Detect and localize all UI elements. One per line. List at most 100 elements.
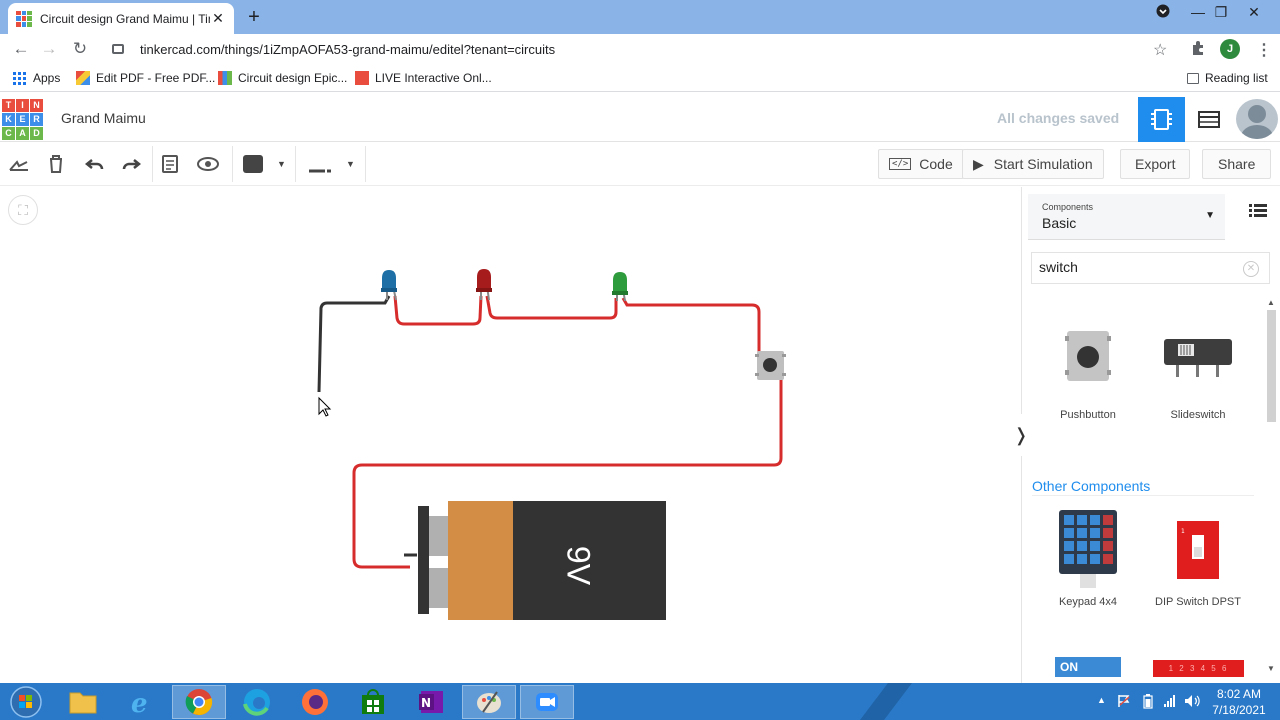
back-button[interactable]: ← [10, 39, 32, 59]
redo-icon[interactable] [119, 152, 143, 176]
url-text: tinkercad.com/things/1iZmpAOFA53-grand-m… [140, 41, 556, 57]
taskbar-chrome[interactable] [172, 685, 226, 719]
system-clock[interactable]: 8:02 AM 7/18/2021 [1206, 686, 1272, 718]
bookmark-circuit-design[interactable]: Circuit design Epic... [218, 71, 347, 85]
tinkercad-logo[interactable]: T I N K E R C A D [2, 99, 43, 140]
bookmark-label: Edit PDF - Free PDF... [96, 71, 216, 85]
taskbar-internet-explorer[interactable]: e [114, 685, 168, 719]
wire-style-icon[interactable] [309, 161, 333, 179]
reading-list-button[interactable]: Reading list [1187, 71, 1268, 85]
start-simulation-button[interactable]: ▶ Start Simulation [962, 149, 1104, 179]
close-window-button[interactable]: ✕ [1240, 4, 1268, 21]
pushbutton-component [755, 351, 786, 380]
paint-palette-icon [477, 691, 501, 713]
rotate-icon[interactable] [7, 152, 31, 176]
led-green [612, 272, 628, 302]
project-title[interactable]: Grand Maimu [61, 110, 146, 126]
browser-menu-icon[interactable]: ⋮ [1256, 40, 1272, 60]
new-tab-button[interactable]: + [244, 6, 264, 29]
bookmark-edit-pdf[interactable]: Edit PDF - Free PDF... [76, 71, 215, 85]
taskbar-edge[interactable] [230, 685, 284, 719]
toolbar-divider [365, 146, 366, 182]
component-partial-dip-switch-blue[interactable]: ON [1055, 657, 1121, 677]
onenote-icon: N [419, 691, 443, 713]
flag-icon[interactable] [1117, 694, 1131, 713]
components-dropdown-value: Basic [1042, 215, 1077, 231]
play-icon: ▶ [973, 155, 984, 172]
code-button[interactable]: </> Code [878, 149, 964, 179]
wire [393, 295, 483, 326]
show-hidden-icons[interactable]: ▲ [1097, 695, 1106, 705]
dip-switch-icon: 1 [1177, 521, 1219, 579]
chevron-down-icon[interactable]: ▼ [277, 159, 286, 169]
network-icon[interactable] [1163, 694, 1177, 713]
bookmark-apps[interactable]: Apps [13, 71, 60, 85]
led-red [476, 269, 492, 301]
start-button[interactable] [0, 685, 52, 719]
volume-icon[interactable] [1184, 694, 1200, 713]
taskbar-onenote[interactable]: N [404, 685, 458, 719]
chevron-down-icon[interactable]: ▼ [346, 159, 355, 169]
led-blue [381, 270, 397, 301]
component-label: Pushbutton [1060, 409, 1116, 421]
scrollbar-thumb[interactable] [1267, 310, 1276, 422]
component-dip-switch-dpst[interactable]: 1 DIP Switch DPST [1148, 509, 1248, 608]
reading-list-icon [1187, 72, 1199, 84]
battery-icon[interactable] [1143, 694, 1153, 714]
notes-icon[interactable] [158, 152, 182, 176]
taskbar-zoom[interactable] [520, 685, 574, 719]
address-bar[interactable]: tinkercad.com/things/1iZmpAOFA53-grand-m… [104, 38, 1184, 60]
chevron-down-icon: ▼ [1205, 210, 1215, 221]
collapse-panel-chevron-icon[interactable]: ❭ [1012, 414, 1030, 456]
circuit-drawing [317, 269, 786, 620]
tab-search-icon[interactable] [1149, 4, 1177, 21]
wire-color-swatch[interactable] [243, 155, 263, 173]
pdf-icon [76, 71, 90, 85]
taskbar-paint[interactable] [462, 685, 516, 719]
profile-avatar[interactable]: J [1220, 39, 1240, 59]
tab-close-icon[interactable]: ✕ [210, 10, 226, 27]
reload-button[interactable]: ↻ [69, 39, 91, 59]
extensions-icon[interactable] [1190, 40, 1206, 61]
wire [621, 297, 761, 352]
circuit-view-button[interactable] [1138, 97, 1185, 142]
component-search[interactable]: ✕ [1031, 252, 1270, 284]
store-icon [362, 689, 384, 714]
bookmark-star-icon[interactable]: ☆ [1153, 40, 1167, 60]
slideswitch-icon [1164, 339, 1232, 377]
delete-icon[interactable] [44, 152, 68, 176]
component-slideswitch[interactable]: Slideswitch [1148, 326, 1248, 421]
forward-button[interactable]: → [38, 39, 60, 59]
other-components-heading: Other Components [1032, 478, 1151, 494]
taskbar-store[interactable] [346, 685, 400, 719]
toolbar-divider [232, 146, 233, 182]
component-label: DIP Switch DPST [1155, 596, 1241, 608]
visibility-eye-icon[interactable] [196, 152, 220, 176]
restore-button[interactable]: ❐ [1207, 4, 1235, 21]
edge-icon [243, 689, 270, 716]
components-dropdown-label: Components [1042, 202, 1094, 212]
components-dropdown[interactable]: Components Basic ▼ [1028, 194, 1225, 240]
video-camera-icon [536, 693, 558, 711]
clock-time: 8:02 AM [1216, 687, 1262, 701]
component-list-view-button[interactable] [1185, 97, 1233, 142]
component-pushbutton[interactable]: Pushbutton [1038, 326, 1138, 421]
keypad-icon [1059, 510, 1117, 588]
scroll-down-icon[interactable]: ▼ [1267, 664, 1275, 673]
search-input[interactable] [1039, 259, 1239, 275]
component-partial-dip-switch-red[interactable]: 1 2 3 4 5 6 [1153, 660, 1244, 677]
undo-icon[interactable] [83, 152, 107, 176]
user-avatar[interactable] [1236, 99, 1278, 139]
clear-search-icon[interactable]: ✕ [1243, 261, 1259, 277]
bookmark-live-interactive[interactable]: LIVE Interactive Onl... [355, 71, 492, 85]
folder-icon [69, 692, 97, 714]
taskbar-file-explorer[interactable] [56, 685, 110, 719]
browser-tab[interactable]: Circuit design Grand Maimu | Tin ✕ [8, 3, 234, 34]
export-button[interactable]: Export [1120, 149, 1191, 179]
share-button[interactable]: Share [1202, 149, 1272, 179]
scroll-up-icon[interactable]: ▲ [1267, 298, 1275, 307]
list-view-icon[interactable] [1246, 202, 1270, 223]
component-keypad-4x4[interactable]: Keypad 4x4 [1038, 509, 1138, 608]
mouse-cursor [318, 396, 332, 417]
taskbar-firefox[interactable] [288, 685, 342, 719]
